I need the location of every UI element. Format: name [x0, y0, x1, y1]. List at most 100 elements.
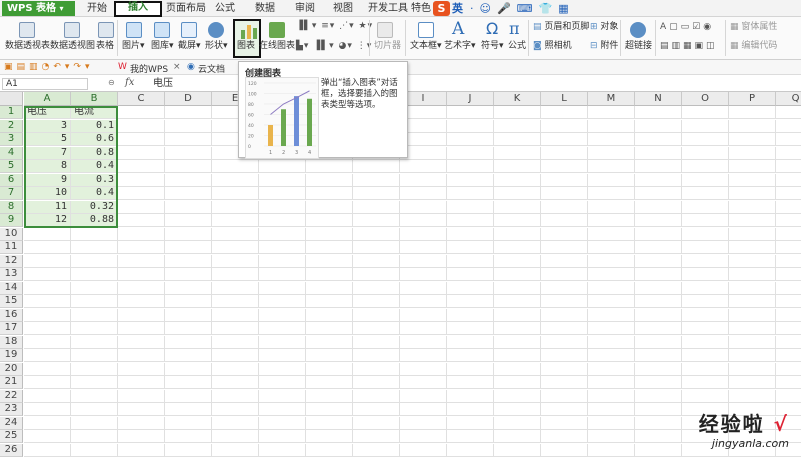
cell-b12[interactable] [71, 255, 118, 268]
column-header-l[interactable]: L [541, 92, 588, 106]
cell-b26[interactable] [71, 444, 118, 457]
cell-l24[interactable] [541, 417, 588, 430]
cell-e9[interactable] [212, 214, 259, 227]
cell-l10[interactable] [541, 228, 588, 241]
cell-h12[interactable] [353, 255, 400, 268]
cell-c13[interactable] [118, 268, 165, 281]
cell-e24[interactable] [212, 417, 259, 430]
cell-e8[interactable] [212, 201, 259, 214]
cell-f15[interactable] [259, 295, 306, 308]
cell-e10[interactable] [212, 228, 259, 241]
cell-c17[interactable] [118, 322, 165, 335]
cell-e23[interactable] [212, 403, 259, 416]
cell-q6[interactable] [776, 174, 801, 187]
cell-h14[interactable] [353, 282, 400, 295]
ime-toolbar-icons[interactable]: ·☺🎤⌨👕▦ [470, 2, 590, 16]
cell-g10[interactable] [306, 228, 353, 241]
cell-o11[interactable] [682, 241, 729, 254]
cell-e21[interactable] [212, 376, 259, 389]
cell-p14[interactable] [729, 282, 776, 295]
cell-j8[interactable] [447, 201, 494, 214]
cell-o13[interactable] [682, 268, 729, 281]
cell-c7[interactable] [118, 187, 165, 200]
cell-j5[interactable] [447, 160, 494, 173]
cell-b21[interactable] [71, 376, 118, 389]
cell-b15[interactable] [71, 295, 118, 308]
cell-m19[interactable] [588, 349, 635, 362]
cell-d19[interactable] [165, 349, 212, 362]
cell-a25[interactable] [24, 430, 71, 443]
cell-j15[interactable] [447, 295, 494, 308]
cell-d2[interactable] [165, 120, 212, 133]
cell-b22[interactable] [71, 390, 118, 403]
cell-c22[interactable] [118, 390, 165, 403]
cell-f7[interactable] [259, 187, 306, 200]
cell-o6[interactable] [682, 174, 729, 187]
cell-o4[interactable] [682, 147, 729, 160]
cell-i22[interactable] [400, 390, 447, 403]
cell-c24[interactable] [118, 417, 165, 430]
cell-o14[interactable] [682, 282, 729, 295]
doc-tab-cloud[interactable]: 云文档 [198, 62, 225, 75]
cell-d26[interactable] [165, 444, 212, 457]
cell-k25[interactable] [494, 430, 541, 443]
row-header[interactable]: 16 [0, 309, 23, 322]
cell-l23[interactable] [541, 403, 588, 416]
cell-j13[interactable] [447, 268, 494, 281]
cell-a10[interactable] [24, 228, 71, 241]
cell-d11[interactable] [165, 241, 212, 254]
cell-i18[interactable] [400, 336, 447, 349]
attachment-button[interactable]: ⊟ 附件 [590, 41, 618, 52]
cell-l6[interactable] [541, 174, 588, 187]
cell-d4[interactable] [165, 147, 212, 160]
cell-a13[interactable] [24, 268, 71, 281]
cell-j26[interactable] [447, 444, 494, 457]
table-button[interactable]: 表格 [96, 41, 114, 52]
cell-m23[interactable] [588, 403, 635, 416]
cell-h25[interactable] [353, 430, 400, 443]
cell-j24[interactable] [447, 417, 494, 430]
cell-e5[interactable] [212, 160, 259, 173]
cell-f13[interactable] [259, 268, 306, 281]
cell-j19[interactable] [447, 349, 494, 362]
form-controls-row2[interactable]: ▤▥▦▣◫ [660, 41, 718, 52]
cell-m2[interactable] [588, 120, 635, 133]
cell-d25[interactable] [165, 430, 212, 443]
cell-p20[interactable] [729, 363, 776, 376]
cell-d5[interactable] [165, 160, 212, 173]
camera-button[interactable]: ◙ 照相机 [533, 41, 572, 52]
cell-n8[interactable] [635, 201, 682, 214]
ime-language-toggle[interactable]: 英 [452, 2, 466, 16]
cell-d24[interactable] [165, 417, 212, 430]
cell-p4[interactable] [729, 147, 776, 160]
row-header[interactable]: 3 [0, 133, 23, 146]
cell-d1[interactable] [165, 106, 212, 119]
app-menu-button[interactable]: WPS 表格 ▾ [2, 1, 75, 16]
cell-i8[interactable] [400, 201, 447, 214]
cell-j18[interactable] [447, 336, 494, 349]
chart-button[interactable]: 图表 [233, 19, 261, 58]
row-header[interactable]: 18 [0, 336, 23, 349]
cell-l7[interactable] [541, 187, 588, 200]
cell-b10[interactable] [71, 228, 118, 241]
cell-m3[interactable] [588, 133, 635, 146]
cell-h19[interactable] [353, 349, 400, 362]
cell-k24[interactable] [494, 417, 541, 430]
chart-type-icons-row1[interactable]: ▐▌▾ ≡▾ ⋰▾ ★▾ [296, 21, 373, 32]
cell-p7[interactable] [729, 187, 776, 200]
cell-d7[interactable] [165, 187, 212, 200]
column-header-d[interactable]: D [165, 92, 212, 106]
sogou-ime-icon[interactable]: S [433, 1, 450, 16]
cell-f16[interactable] [259, 309, 306, 322]
cell-c2[interactable] [118, 120, 165, 133]
cell-q9[interactable] [776, 214, 801, 227]
cell-g18[interactable] [306, 336, 353, 349]
cell-n25[interactable] [635, 430, 682, 443]
column-header-m[interactable]: M [588, 92, 635, 106]
cell-o20[interactable] [682, 363, 729, 376]
cell-m13[interactable] [588, 268, 635, 281]
cell-d8[interactable] [165, 201, 212, 214]
cell-f17[interactable] [259, 322, 306, 335]
tab-insert[interactable]: 插入 [114, 1, 162, 17]
cell-n16[interactable] [635, 309, 682, 322]
